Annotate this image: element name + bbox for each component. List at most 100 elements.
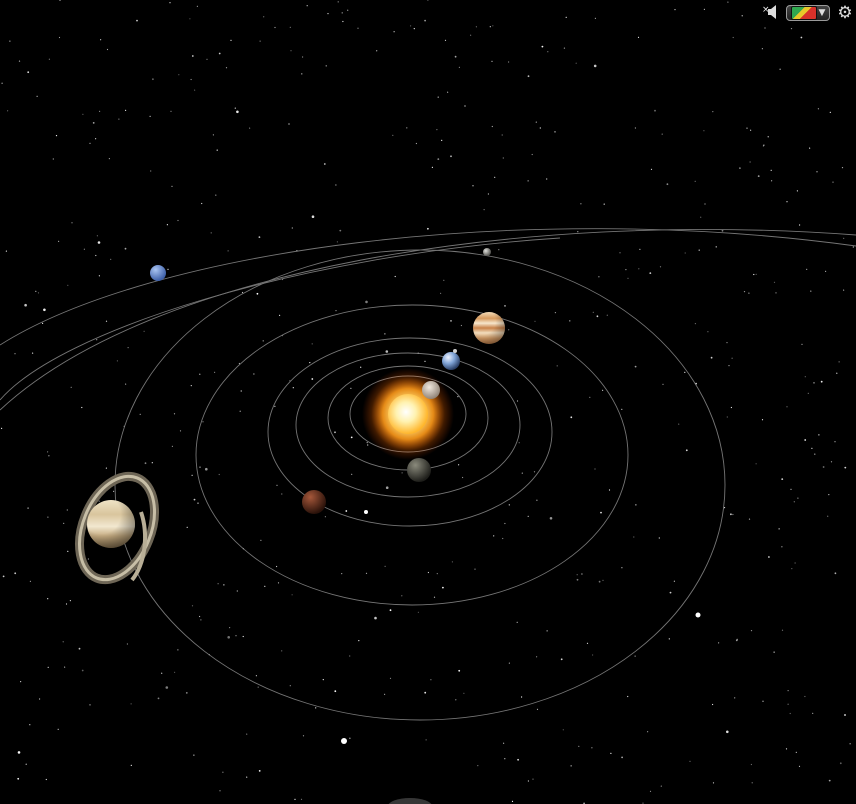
star <box>25 763 27 765</box>
star <box>240 390 242 392</box>
chevron-down-icon: ▼ <box>818 8 826 18</box>
star <box>424 691 427 694</box>
star <box>638 268 640 270</box>
star <box>621 756 623 759</box>
star <box>836 372 838 374</box>
star <box>731 357 733 359</box>
star <box>143 330 145 332</box>
star <box>804 695 806 698</box>
star <box>703 8 706 10</box>
star <box>81 669 84 672</box>
star <box>621 567 623 569</box>
gear-icon[interactable]: ⚙ <box>836 4 854 22</box>
star <box>501 134 503 136</box>
mars-icon[interactable] <box>302 490 326 514</box>
star <box>592 654 594 656</box>
star <box>309 362 311 364</box>
star <box>829 111 831 113</box>
star <box>225 67 228 69</box>
star <box>517 758 519 761</box>
star <box>762 700 764 702</box>
star <box>547 51 549 53</box>
star <box>63 522 65 525</box>
star <box>578 745 580 748</box>
star <box>274 405 276 407</box>
uranus-icon[interactable] <box>483 248 491 256</box>
star <box>190 78 192 81</box>
star <box>489 26 491 28</box>
star <box>48 455 50 457</box>
jupiter-icon[interactable] <box>473 312 505 344</box>
star <box>734 697 736 699</box>
speaker-muted-icon[interactable]: × <box>762 4 780 22</box>
star <box>87 558 89 560</box>
star <box>385 350 389 353</box>
star <box>279 314 281 316</box>
star <box>217 583 219 585</box>
star <box>794 562 796 564</box>
star <box>659 266 662 268</box>
star <box>394 275 396 278</box>
star <box>674 9 676 11</box>
neptune-icon[interactable] <box>150 265 166 281</box>
star <box>773 281 776 283</box>
star <box>227 250 229 252</box>
mercury-icon[interactable] <box>407 458 431 482</box>
star <box>347 9 349 11</box>
star <box>828 494 830 496</box>
star <box>728 365 730 367</box>
star <box>606 314 608 316</box>
star <box>70 386 72 388</box>
bright-star <box>341 738 347 744</box>
star <box>787 703 789 705</box>
star <box>748 292 750 294</box>
star <box>603 203 605 205</box>
solar-system-scene[interactable] <box>0 0 856 804</box>
star <box>727 1 729 3</box>
star <box>1 427 3 429</box>
star <box>193 754 195 756</box>
star <box>161 672 163 674</box>
star <box>535 121 537 123</box>
star <box>516 621 518 623</box>
star <box>105 320 108 322</box>
star <box>384 565 386 568</box>
star <box>491 60 493 63</box>
star <box>621 408 623 410</box>
star <box>136 19 138 22</box>
star <box>36 95 38 97</box>
star <box>301 73 303 75</box>
star <box>761 419 764 421</box>
star <box>66 509 68 511</box>
venus-icon[interactable] <box>422 381 440 399</box>
star <box>730 513 732 516</box>
star <box>684 371 686 373</box>
star <box>39 698 41 700</box>
layer-preview-icon <box>790 6 817 20</box>
bright-star <box>364 510 368 514</box>
star <box>277 582 280 584</box>
star <box>504 305 506 307</box>
star <box>592 311 594 313</box>
star <box>227 636 230 639</box>
star <box>106 48 109 51</box>
star <box>554 312 557 314</box>
star <box>678 423 680 425</box>
star <box>190 385 192 387</box>
star <box>781 546 783 548</box>
star <box>460 324 462 327</box>
star <box>167 268 169 270</box>
sun-icon[interactable] <box>362 368 454 460</box>
star <box>749 161 751 163</box>
star <box>291 594 293 596</box>
star <box>166 224 168 226</box>
star <box>503 742 505 744</box>
star <box>335 310 337 312</box>
star <box>427 571 429 574</box>
star <box>662 383 664 385</box>
star <box>487 193 489 195</box>
star <box>852 246 854 248</box>
star <box>197 502 199 504</box>
layer-switch-button[interactable]: ▼ <box>786 5 830 21</box>
star <box>798 765 801 768</box>
